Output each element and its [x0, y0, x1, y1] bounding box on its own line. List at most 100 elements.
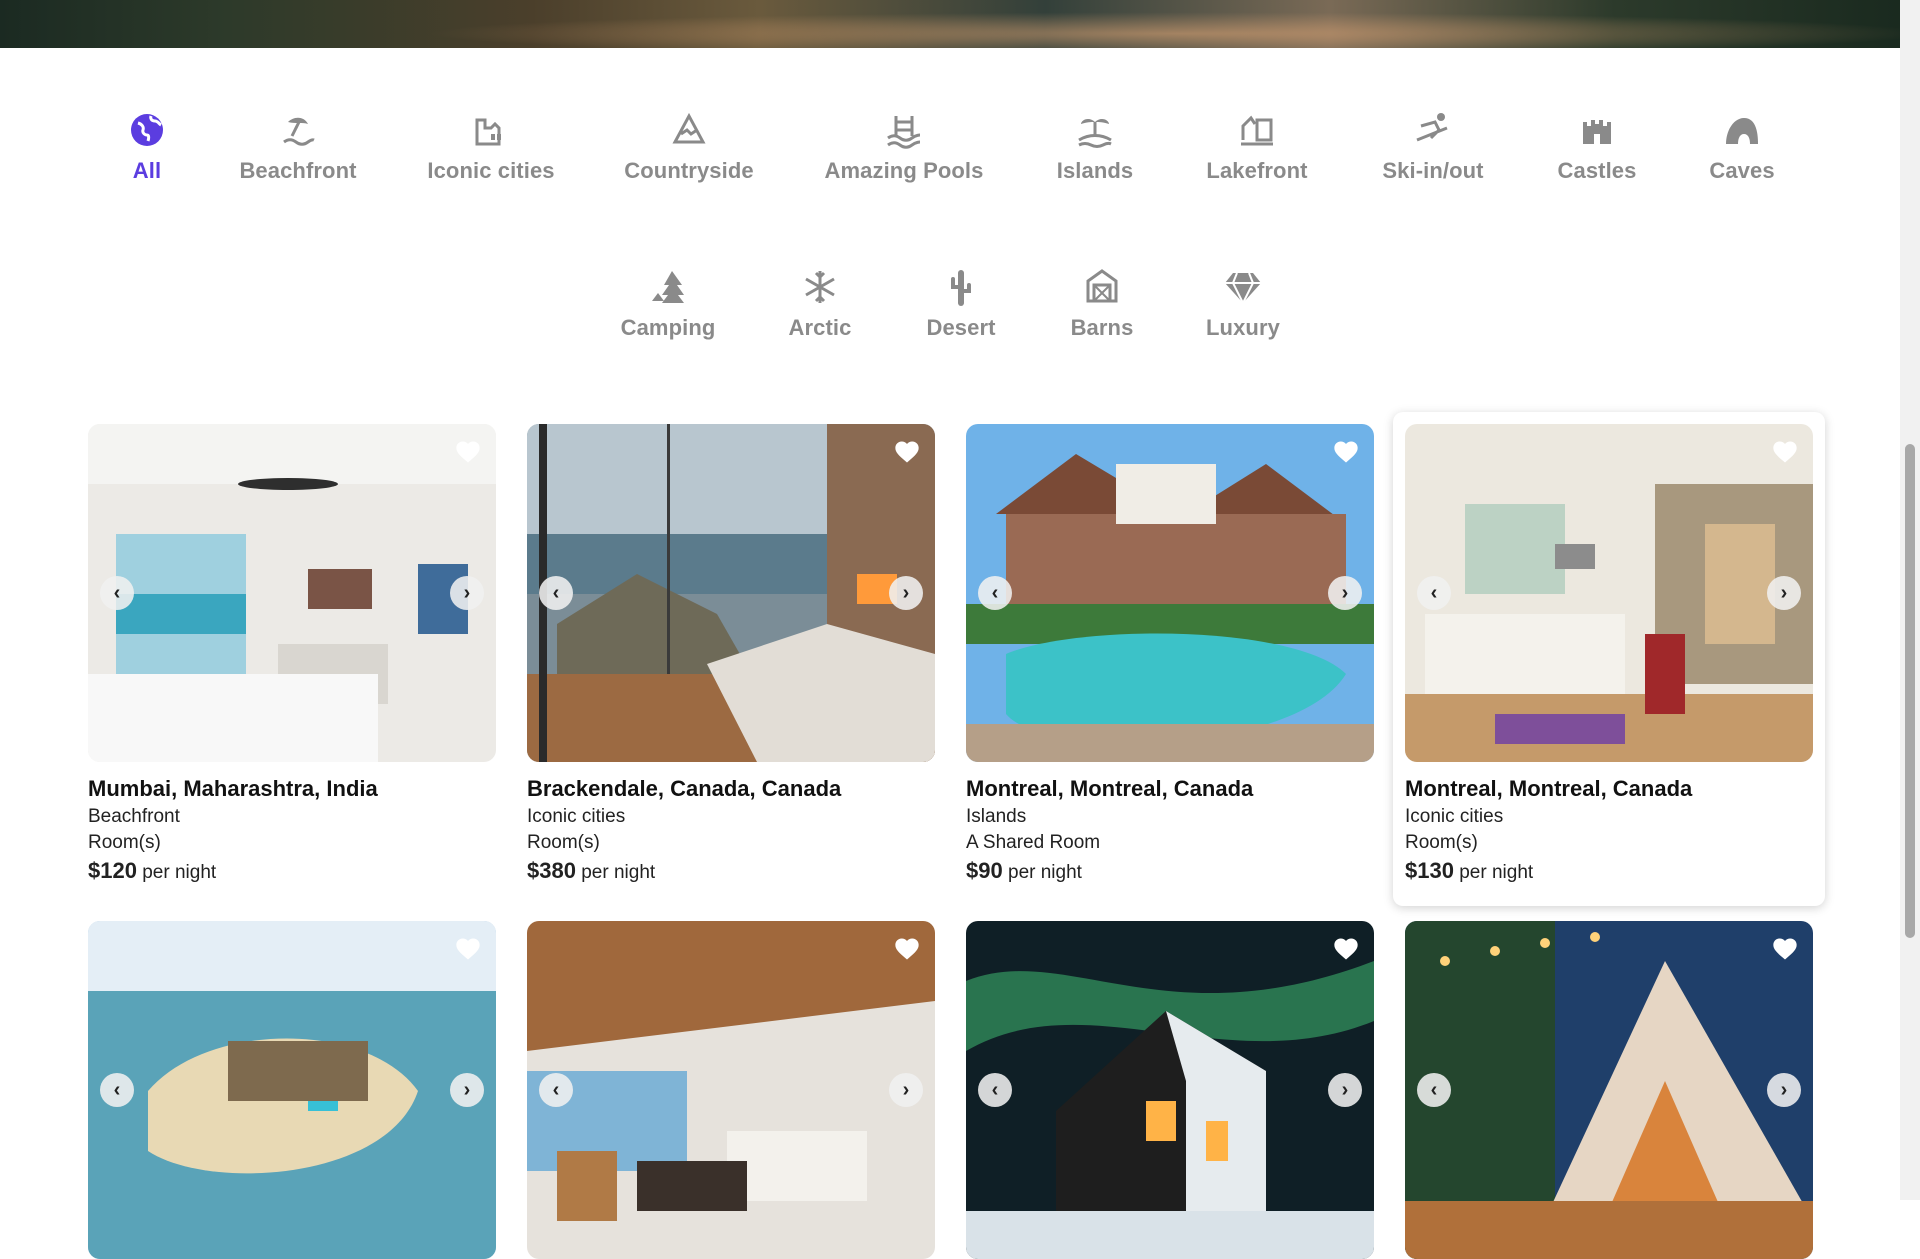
heart-icon[interactable] — [454, 438, 482, 466]
pool-icon — [884, 110, 924, 150]
listing-category: Iconic cities — [527, 806, 626, 827]
next-photo-button[interactable]: › — [450, 1073, 484, 1107]
next-photo-button[interactable]: › — [450, 576, 484, 610]
price-amount: $90 — [966, 858, 1003, 883]
listing-room-type: Room(s) — [1405, 832, 1478, 853]
city-icon — [471, 110, 511, 150]
next-photo-button[interactable]: › — [1767, 576, 1801, 610]
price-suffix: per night — [1008, 862, 1082, 883]
price-amount: $120 — [88, 858, 137, 883]
previous-photo-button[interactable]: ‹ — [100, 576, 134, 610]
heart-icon[interactable] — [1771, 438, 1799, 466]
listing-room-type: Room(s) — [527, 832, 600, 853]
price-suffix: per night — [581, 862, 656, 883]
next-photo-button[interactable]: › — [1767, 1073, 1801, 1107]
listing-photo[interactable]: ‹ › — [88, 921, 496, 1259]
previous-photo-button[interactable]: ‹ — [978, 1073, 1012, 1107]
category-iconic-cities[interactable]: Iconic cities — [406, 110, 576, 184]
previous-photo-button[interactable]: ‹ — [539, 576, 573, 610]
category-islands[interactable]: Islands — [1010, 110, 1180, 184]
category-amazing-pools[interactable]: Amazing Pools — [819, 110, 989, 184]
category-label: Castles — [1557, 158, 1637, 183]
category-label: Caves — [1709, 158, 1775, 183]
category-label: Islands — [1056, 158, 1134, 183]
listing-photo[interactable]: ‹ › — [527, 424, 935, 762]
listing-photo[interactable]: ‹ › — [527, 921, 935, 1259]
hero-image-strip — [0, 0, 1900, 48]
listing-card[interactable]: ‹ › Brackendale, Canada, Canada Iconic c… — [527, 424, 935, 894]
category-lakefront[interactable]: Lakefront — [1172, 110, 1342, 184]
listing-category: Iconic cities — [1405, 806, 1504, 827]
listing-price: $380 per night — [527, 858, 935, 884]
listing-photo[interactable]: ‹ › — [966, 921, 1374, 1259]
beach-icon — [278, 110, 318, 150]
previous-photo-button[interactable]: ‹ — [539, 1073, 573, 1107]
price-suffix: per night — [1459, 862, 1534, 883]
island-icon — [1075, 110, 1115, 150]
category-label: All — [132, 158, 162, 183]
previous-photo-button[interactable]: ‹ — [1417, 576, 1451, 610]
next-photo-button[interactable]: › — [889, 576, 923, 610]
listing-category: Beachfront — [88, 806, 180, 827]
listing-photo[interactable]: ‹ › — [1405, 424, 1813, 762]
listing-price: $120 per night — [88, 858, 496, 884]
price-amount: $380 — [527, 858, 576, 883]
category-label: Ski-in/out — [1382, 158, 1484, 183]
previous-photo-button[interactable]: ‹ — [1417, 1073, 1451, 1107]
category-beachfront[interactable]: Beachfront — [213, 110, 383, 184]
globe-icon — [127, 110, 167, 150]
heart-icon[interactable] — [1771, 935, 1799, 963]
heart-icon[interactable] — [1332, 935, 1360, 963]
category-label: Beachfront — [239, 158, 357, 183]
listing-card[interactable]: ‹ › — [527, 921, 935, 1259]
category-all[interactable]: All — [62, 110, 232, 184]
listing-price: $130 per night — [1405, 858, 1813, 884]
category-label: Countryside — [624, 158, 754, 183]
listing-photo[interactable]: ‹ › — [1405, 921, 1813, 1259]
listing-card[interactable]: ‹ › Mumbai, Maharashtra, India Beachfron… — [88, 424, 496, 894]
price-suffix: per night — [142, 862, 217, 883]
listing-location: Mumbai, Maharashtra, India — [88, 776, 378, 801]
category-luxury[interactable]: Luxury — [1158, 267, 1328, 341]
listing-photo[interactable]: ‹ › — [88, 424, 496, 762]
listing-card[interactable]: ‹ › — [1405, 921, 1813, 1259]
tent-icon — [648, 267, 688, 307]
mountain-icon — [669, 110, 709, 150]
category-label: Luxury — [1206, 315, 1280, 340]
barn-icon — [1082, 267, 1122, 307]
category-camping[interactable]: Camping — [583, 267, 753, 341]
snowflake-icon — [800, 267, 840, 307]
heart-icon[interactable] — [893, 438, 921, 466]
category-label: Lakefront — [1206, 158, 1308, 183]
scrollbar-thumb[interactable] — [1905, 444, 1915, 938]
next-photo-button[interactable]: › — [1328, 576, 1362, 610]
heart-icon[interactable] — [1332, 438, 1360, 466]
category-countryside[interactable]: Countryside — [604, 110, 774, 184]
listing-price: $90 per night — [966, 858, 1374, 884]
category-label: Amazing Pools — [824, 158, 984, 183]
next-photo-button[interactable]: › — [1328, 1073, 1362, 1107]
category-caves[interactable]: Caves — [1657, 110, 1827, 184]
listing-card[interactable]: ‹ › — [88, 921, 496, 1259]
listing-category: Islands — [966, 806, 1027, 827]
listing-location: Brackendale, Canada, Canada — [527, 776, 842, 801]
listing-location: Montreal, Montreal, Canada — [966, 776, 1254, 801]
next-photo-button[interactable]: › — [889, 1073, 923, 1107]
listing-location: Montreal, Montreal, Canada — [1405, 776, 1693, 801]
category-label: Arctic — [788, 315, 852, 340]
diamond-icon — [1223, 267, 1263, 307]
category-label: Desert — [926, 315, 996, 340]
previous-photo-button[interactable]: ‹ — [978, 576, 1012, 610]
listing-card[interactable]: ‹ › Montreal, Montreal, Canada Iconic ci… — [1393, 412, 1825, 906]
category-ski-in-out[interactable]: Ski-in/out — [1348, 110, 1518, 184]
previous-photo-button[interactable]: ‹ — [100, 1073, 134, 1107]
listing-room-type: A Shared Room — [966, 832, 1101, 853]
category-label: Camping — [620, 315, 716, 340]
listing-card[interactable]: ‹ › Montreal, Montreal, Canada Islands A… — [966, 424, 1374, 894]
listing-card[interactable]: ‹ › — [966, 921, 1374, 1259]
heart-icon[interactable] — [454, 935, 482, 963]
cactus-icon — [941, 267, 981, 307]
heart-icon[interactable] — [893, 935, 921, 963]
cave-icon — [1722, 110, 1762, 150]
listing-photo[interactable]: ‹ › — [966, 424, 1374, 762]
